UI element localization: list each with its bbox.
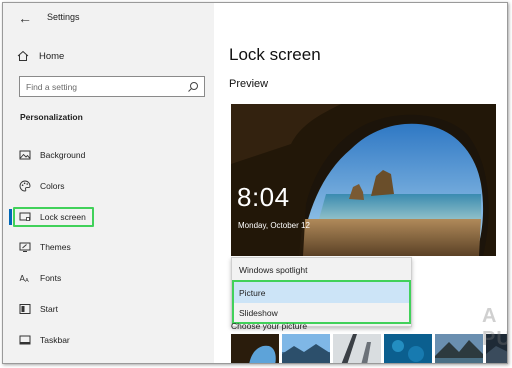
page-title: Lock screen [229,45,321,64]
search-box[interactable] [19,76,205,97]
sidebar-item-colors[interactable]: Colors [3,175,214,197]
background-dropdown-menu[interactable]: Windows spotlight Picture Slideshow [231,257,412,327]
sidebar-item-background[interactable]: Background [3,144,214,166]
sidebar-item-fonts[interactable]: A A Fonts [3,267,214,289]
home-label: Home [39,50,65,62]
thumbnail-underwater[interactable] [384,334,432,363]
start-icon [19,304,31,314]
thumbnail-cave[interactable] [231,334,279,363]
back-arrow-icon[interactable]: ← [17,10,33,26]
section-heading: Personalization [20,112,83,122]
choose-picture-label: Choose your picture [231,321,308,331]
thumbnail-mountains[interactable] [435,334,483,363]
lock-screen-preview: 8:04 Monday, October 12 [231,104,496,256]
preview-heading: Preview [229,78,269,90]
sidebar-item-taskbar[interactable]: Taskbar [3,329,214,351]
preview-time: 8:04 [237,182,290,212]
taskbar-icon [19,335,31,345]
window-title: Settings [47,12,80,22]
main-content: Lock screen Preview 8:04 Monday, October… [214,3,507,363]
preview-background-image [231,104,496,256]
sidebar: ← Settings Home Personalization Backgrou… [3,3,214,363]
sidebar-item-label: Background [40,150,86,160]
sidebar-item-label: Colors [40,181,65,191]
search-icon[interactable] [187,81,199,93]
home-link[interactable]: Home [17,47,64,65]
palette-icon [19,180,31,192]
option-windows-spotlight[interactable]: Windows spotlight [232,259,411,280]
sidebar-item-label: Taskbar [40,335,70,345]
sidebar-item-themes[interactable]: Themes [3,236,214,258]
title-bar: ← Settings [3,3,214,33]
highlight-outline [13,207,94,227]
preview-date: Monday, October 12 [238,221,310,230]
thumbnail-architecture[interactable] [333,334,381,363]
search-input[interactable] [26,80,186,94]
font-icon: A A [20,274,30,284]
brush-icon [19,242,31,252]
active-indicator [9,209,12,225]
option-label: Windows spotlight [239,265,308,275]
settings-window: ← Settings Home Personalization Backgrou… [2,2,508,364]
sidebar-item-label: Start [40,304,58,314]
thumbnail-landscape[interactable] [282,334,330,363]
home-icon [17,50,29,61]
sidebar-item-label: Fonts [40,273,62,283]
picture-icon [19,150,31,160]
watermark-logo: A PUALS [482,305,507,350]
sidebar-item-label: Themes [40,242,71,252]
highlight-outline [232,280,411,324]
sidebar-item-start[interactable]: Start [3,298,214,320]
svg-text:A: A [25,278,29,284]
